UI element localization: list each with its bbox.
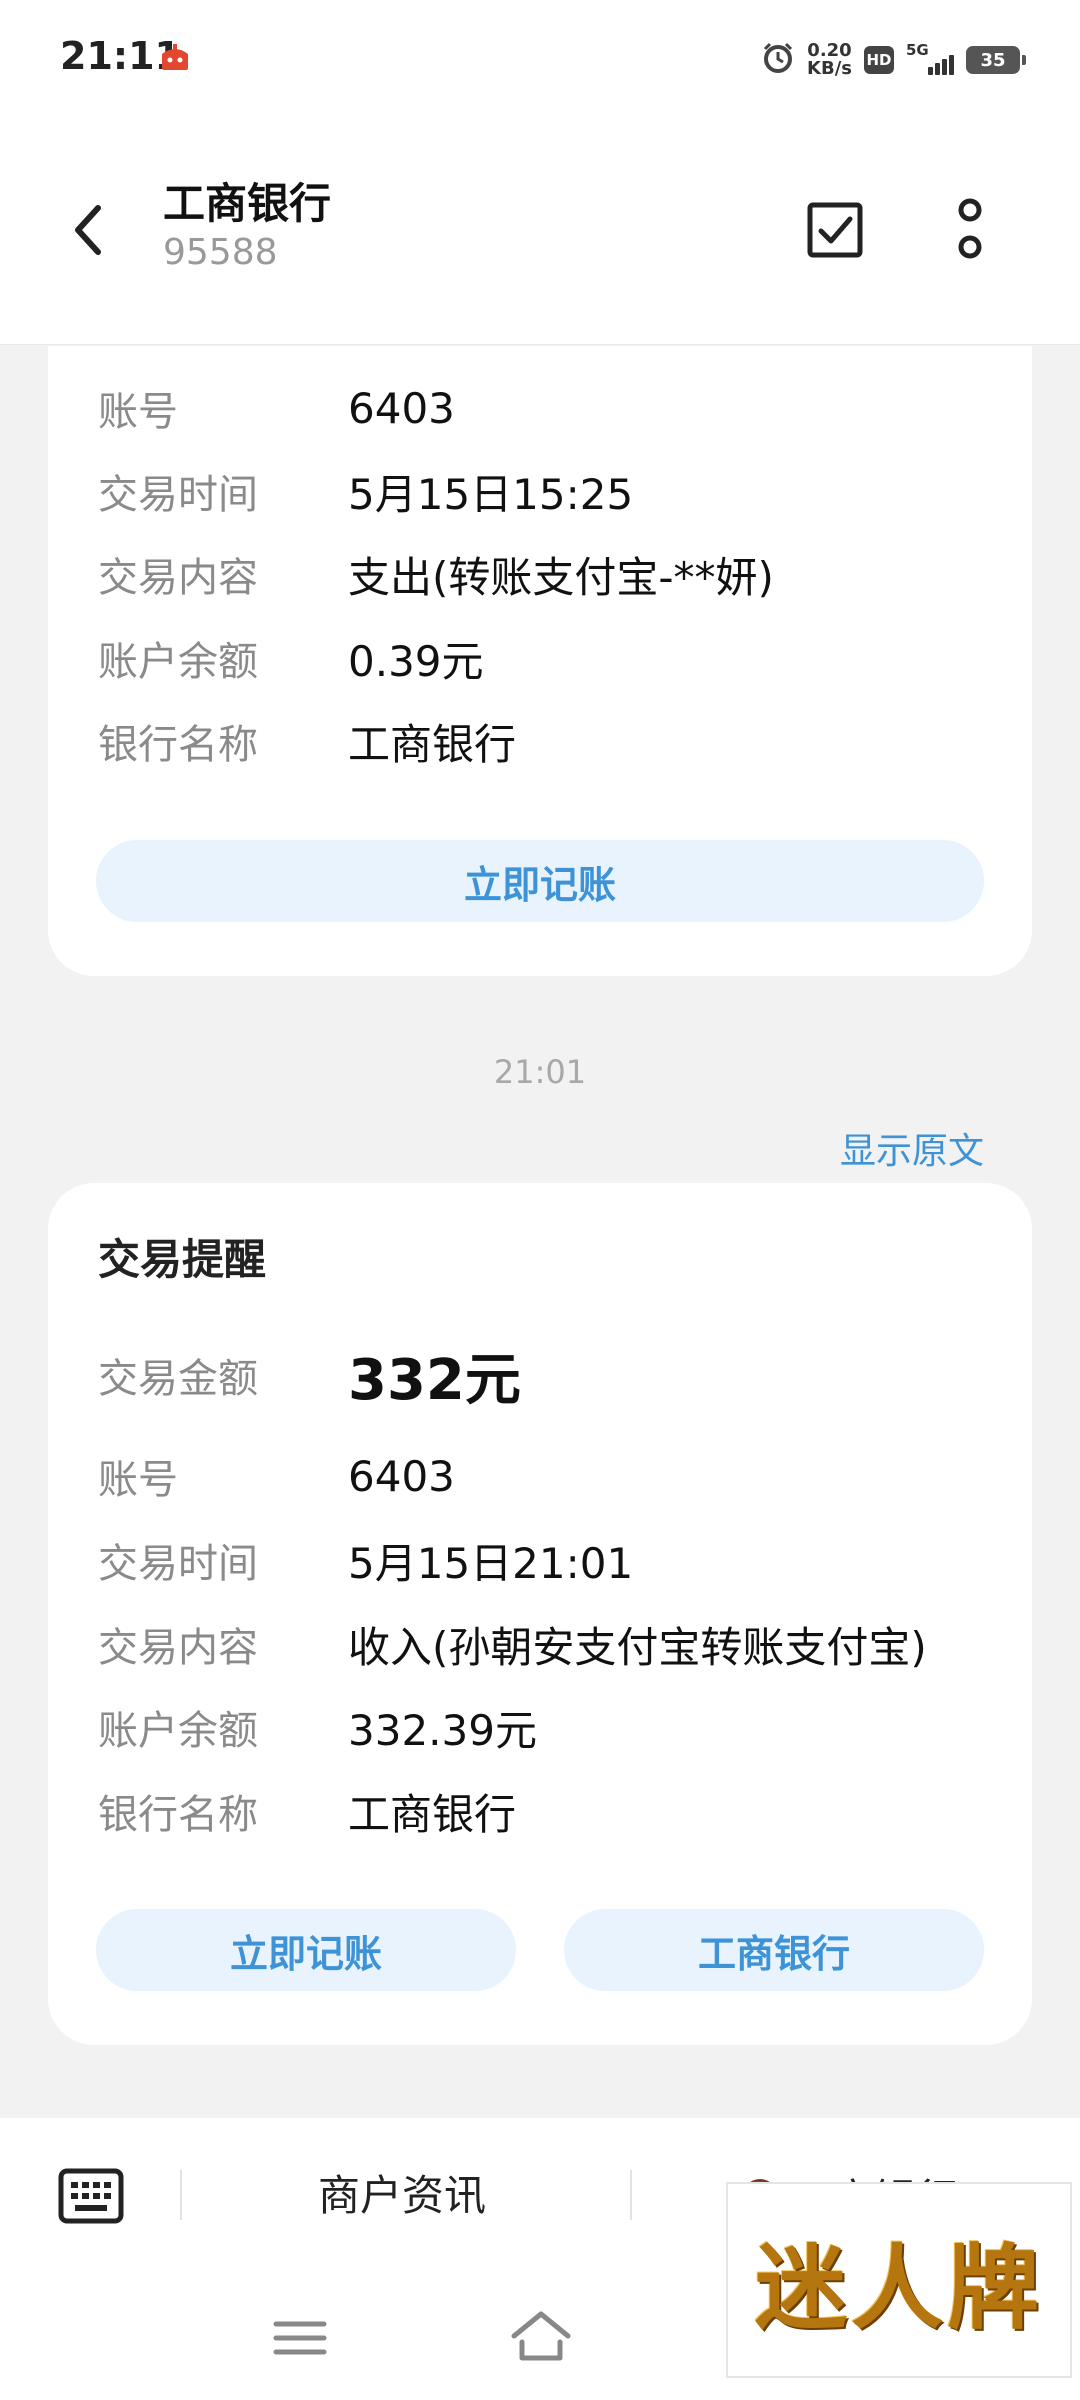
- row-value: 工商银行: [348, 719, 517, 769]
- more-options-icon[interactable]: [935, 190, 1005, 270]
- message-timestamp: 21:01: [493, 1053, 587, 1091]
- amount-row: 交易金额 332元: [98, 1335, 521, 1415]
- row-value: 6403: [348, 1451, 455, 1501]
- card-row: 账号 6403: [98, 1446, 455, 1506]
- battery-icon: 35: [966, 46, 1026, 74]
- menu-divider: [180, 2170, 182, 2220]
- row-label: 银行名称: [98, 1792, 258, 1838]
- network-type-label: 5G: [906, 41, 929, 59]
- network-speed-unit: KB/s: [807, 58, 852, 79]
- card-row: 交易内容 支出(转账支付宝-**妍): [98, 544, 774, 604]
- sender-number: 95588: [163, 232, 278, 273]
- show-original-link[interactable]: 显示原文: [840, 1122, 984, 1174]
- row-value: 支出(转账支付宝-**妍): [348, 552, 774, 602]
- amount-label: 交易金额: [98, 1356, 258, 1402]
- status-icons: 0.20 KB/s HD 5G 35: [761, 38, 1026, 82]
- row-label: 账号: [98, 1457, 178, 1503]
- hd-badge: HD: [864, 46, 894, 74]
- status-bar: 21:11 0.20 KB/s HD 5G 35: [0, 0, 1080, 120]
- row-label: 交易时间: [98, 1541, 258, 1587]
- card-row: 账号 6403: [98, 378, 455, 438]
- card-title: 交易提醒: [98, 1235, 267, 1284]
- select-checkbox-icon[interactable]: [800, 190, 870, 270]
- sender-name: 工商银行: [163, 179, 332, 228]
- row-value: 6403: [348, 383, 455, 433]
- card-row: 账户余额 332.39元: [98, 1697, 537, 1757]
- row-label: 交易内容: [98, 555, 258, 601]
- alarm-icon: [761, 41, 795, 79]
- card-row: 交易内容 收入(孙朝安支付宝转账支付宝): [98, 1614, 927, 1674]
- card-row: 银行名称 工商银行: [98, 1781, 516, 1841]
- row-label: 账户余额: [98, 639, 258, 685]
- watermark-logo: 迷人牌: [726, 2182, 1072, 2378]
- conversation-header: 工商银行 95588: [0, 120, 1080, 345]
- menu-divider: [630, 2170, 632, 2220]
- transaction-card-previous: 账号 6403 交易时间 5月15日15:25 交易内容 支出(转账支付宝-**…: [48, 346, 1032, 976]
- row-label: 交易时间: [98, 472, 258, 518]
- row-value: 收入(孙朝安支付宝转账支付宝): [348, 1622, 927, 1672]
- row-label: 银行名称: [98, 722, 258, 768]
- row-label: 账户余额: [98, 1708, 258, 1754]
- record-now-button[interactable]: 立即记账: [96, 1909, 516, 1991]
- watermark-text: 迷人牌: [754, 2233, 1043, 2342]
- record-now-button[interactable]: 立即记账: [96, 840, 984, 922]
- app-notification-icon: [158, 42, 192, 72]
- home-icon[interactable]: [508, 2308, 574, 2364]
- signal-5g-icon: 5G: [906, 41, 954, 77]
- keyboard-icon[interactable]: [58, 2168, 124, 2224]
- card-row: 交易时间 5月15日15:25: [98, 461, 633, 521]
- network-speed: 0.20 KB/s: [807, 42, 852, 78]
- amount-value: 332元: [348, 1347, 521, 1413]
- row-value: 0.39元: [348, 636, 484, 686]
- card-row: 交易时间 5月15日21:01: [98, 1530, 633, 1590]
- transaction-card: 交易提醒 交易金额 332元 账号 6403 交易时间 5月15日21:01 交…: [48, 1183, 1032, 2045]
- row-value: 332.39元: [348, 1705, 537, 1755]
- merchant-news-menu[interactable]: 商户资讯: [318, 2162, 486, 2223]
- back-arrow-icon[interactable]: [58, 190, 118, 270]
- row-value: 5月15日15:25: [348, 469, 634, 519]
- card-row: 银行名称 工商银行: [98, 711, 516, 771]
- row-value: 工商银行: [348, 1789, 517, 1839]
- row-value: 5月15日21:01: [348, 1538, 634, 1588]
- recents-menu-icon[interactable]: [272, 2318, 328, 2358]
- row-label: 交易内容: [98, 1625, 258, 1671]
- bank-link-button[interactable]: 工商银行: [564, 1909, 984, 1991]
- card-row: 账户余额 0.39元: [98, 628, 484, 688]
- row-label: 账号: [98, 389, 178, 435]
